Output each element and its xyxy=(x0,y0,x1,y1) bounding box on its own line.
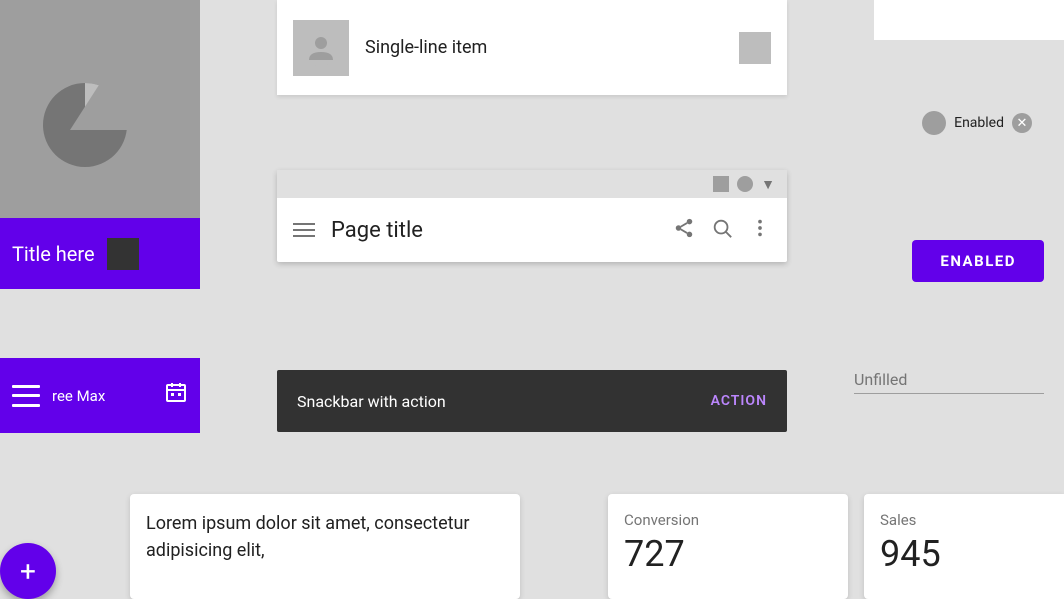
bottom-card-left: Lorem ipsum dolor sit amet, consectetur … xyxy=(130,494,520,599)
title-text: Title here xyxy=(12,242,95,266)
list-item-text: Single-line item xyxy=(365,37,723,58)
chip-icon xyxy=(922,111,946,135)
list-avatar xyxy=(293,20,349,76)
purple-menu-bar[interactable]: ree Max xyxy=(0,358,200,433)
list-item-card: Single-line item xyxy=(277,0,787,95)
app-bar: ▼ Page title xyxy=(277,170,787,262)
enabled-filled-button[interactable]: ENABLED xyxy=(912,240,1044,282)
app-bar-title: Page title xyxy=(331,218,657,243)
unfilled-input-value[interactable]: Unfilled xyxy=(854,370,907,389)
conversion-value: 727 xyxy=(624,533,832,575)
avatar-icon xyxy=(303,30,339,66)
more-icon[interactable] xyxy=(749,217,771,244)
share-icon[interactable] xyxy=(673,217,695,244)
search-icon[interactable] xyxy=(711,217,733,244)
snackbar: Snackbar with action ACTION xyxy=(277,370,787,432)
right-top-input xyxy=(874,0,1064,40)
snackbar-action-button[interactable]: ACTION xyxy=(711,393,767,409)
fab-plus-icon: + xyxy=(20,555,36,588)
sales-label: Sales xyxy=(880,511,916,529)
logo-area xyxy=(0,0,200,220)
list-action-icon[interactable] xyxy=(739,32,771,64)
bottom-card-sales: Sales 945 xyxy=(864,494,1064,599)
calendar-icon xyxy=(164,381,188,410)
title-bar: Title here xyxy=(0,218,200,289)
unfilled-input-container: Unfilled xyxy=(854,370,1044,394)
chip-close-icon[interactable]: ✕ xyxy=(1012,113,1032,133)
app-bar-window-controls: ▼ xyxy=(277,170,787,198)
conversion-label: Conversion xyxy=(624,511,699,529)
bottom-card-conversion: Conversion 727 xyxy=(608,494,848,599)
window-circle-btn[interactable] xyxy=(737,176,753,192)
snackbar-text: Snackbar with action xyxy=(297,392,711,411)
app-bar-content: Page title xyxy=(277,198,787,262)
sales-value: 945 xyxy=(880,533,1048,575)
fab-button[interactable]: + xyxy=(0,543,56,599)
logo-icon xyxy=(30,40,170,180)
card-left-text: Lorem ipsum dolor sit amet, consectetur … xyxy=(146,513,470,561)
window-chevron-btn[interactable]: ▼ xyxy=(761,176,775,193)
enabled-chip[interactable]: Enabled ✕ xyxy=(910,105,1044,141)
hamburger-icon[interactable] xyxy=(293,223,315,237)
app-bar-actions xyxy=(673,217,771,244)
title-icon xyxy=(107,238,139,270)
chip-label: Enabled xyxy=(954,115,1004,131)
menu-label: ree Max xyxy=(52,387,105,405)
menu-icon xyxy=(12,385,40,407)
window-square-btn[interactable] xyxy=(713,176,729,192)
